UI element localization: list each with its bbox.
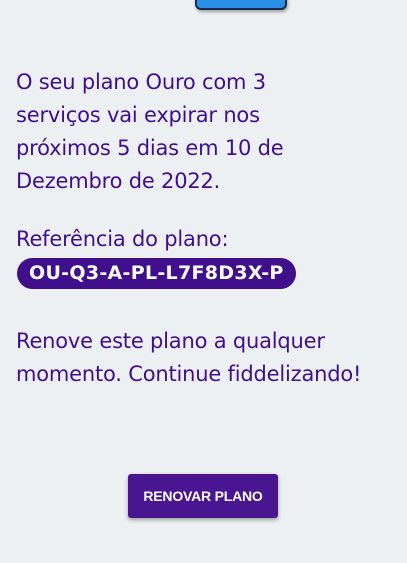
plan-reference-badge: OU-Q3-A-PL-L7F8D3X-P: [17, 258, 296, 289]
expiry-message: O seu plano Ouro com 3 serviços vai expi…: [16, 70, 284, 193]
plan-icon: [195, 0, 287, 10]
renew-message: Renove este plano a qualquer momento. Co…: [16, 329, 362, 386]
renew-plan-button[interactable]: RENOVAR PLANO: [128, 474, 278, 518]
plan-reference-label: Referência do plano:: [16, 227, 229, 251]
